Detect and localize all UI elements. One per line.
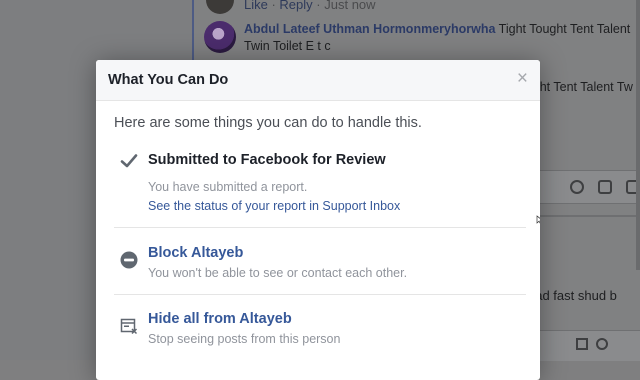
reply-link[interactable]: Reply xyxy=(279,0,312,12)
option-description: You won't be able to see or contact each… xyxy=(148,266,408,280)
commenter-avatar[interactable] xyxy=(204,21,236,53)
edit-icon[interactable] xyxy=(576,338,588,350)
comment-timestamp: Just now xyxy=(324,0,376,12)
mouse-cursor-icon xyxy=(536,215,540,224)
like-link[interactable]: Like xyxy=(244,0,268,12)
scrollbar[interactable] xyxy=(636,0,640,270)
option-title: Submitted to Facebook for Review xyxy=(148,152,386,168)
comment-body: Abdul Lateef Uthman Hormonmeryhorwha Tig… xyxy=(244,21,640,55)
support-inbox-link[interactable]: See the status of your report in Support… xyxy=(148,199,400,213)
comment-composer-bar xyxy=(530,170,640,204)
dialog-intro: Here are some things you can do to handl… xyxy=(114,115,422,131)
post-text-fragment: ead fast shud b xyxy=(528,288,617,303)
dialog-header: What You Can Do × xyxy=(96,60,540,101)
comment-author[interactable]: Abdul Lateef Uthman Hormonmeryhorwha xyxy=(244,22,495,36)
hide-all-link[interactable]: Hide all from Altayeb xyxy=(148,311,292,327)
option-submitted-review: Submitted to Facebook for Review You hav… xyxy=(114,152,526,222)
comment-actions: Like · Reply · Just now xyxy=(244,0,376,12)
checkmark-icon xyxy=(120,154,138,168)
emoji-icon[interactable] xyxy=(570,180,584,194)
option-block-user[interactable]: Block Altayeb You won't be able to see o… xyxy=(114,245,526,285)
camera-icon[interactable] xyxy=(598,180,612,194)
gear-icon[interactable] xyxy=(596,338,608,350)
option-description: Stop seeing posts from this person xyxy=(148,332,341,346)
divider xyxy=(530,215,640,217)
block-user-link[interactable]: Block Altayeb xyxy=(148,245,243,261)
comment-text-fragment: ight Tent Talent Tw xyxy=(530,80,633,94)
divider xyxy=(114,227,526,228)
option-hide-all[interactable]: Hide all from Altayeb Stop seeing posts … xyxy=(114,311,526,351)
hide-icon xyxy=(120,318,138,335)
what-you-can-do-dialog: What You Can Do × Here are some things y… xyxy=(96,60,540,380)
dialog-title: What You Can Do xyxy=(108,72,229,88)
divider xyxy=(114,294,526,295)
composer-box xyxy=(540,330,640,361)
close-icon[interactable]: × xyxy=(517,69,528,89)
option-description: You have submitted a report. xyxy=(148,180,308,194)
block-icon xyxy=(120,251,138,269)
